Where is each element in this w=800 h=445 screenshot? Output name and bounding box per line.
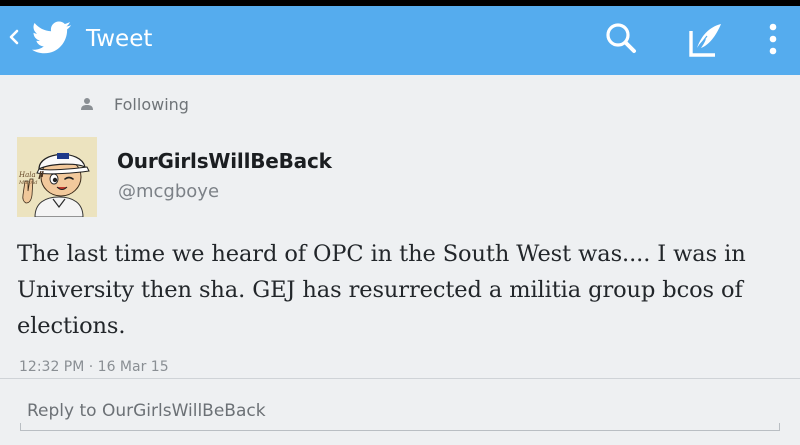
divider: [0, 378, 800, 379]
avatar-text-bottom: Madrid: [18, 180, 38, 186]
compose-quill-icon[interactable]: [687, 21, 725, 59]
chevron-left-icon[interactable]: [7, 25, 21, 49]
user-handle[interactable]: @mcgboye: [118, 181, 219, 202]
action-bar: Tweet: [0, 6, 800, 75]
screen-title: Tweet: [86, 26, 153, 52]
reply-input[interactable]: Reply to OurGirlsWillBeBack: [20, 395, 780, 431]
social-context: Following: [80, 93, 189, 115]
avatar[interactable]: Hala Madrid: [17, 137, 97, 217]
more-vertical-icon[interactable]: [764, 20, 782, 60]
avatar-illustration: Hala Madrid: [17, 137, 97, 217]
avatar-text-top: Hala: [18, 171, 36, 179]
display-name[interactable]: OurGirlsWillBeBack: [117, 149, 332, 173]
twitter-bird-icon[interactable]: [32, 21, 72, 55]
reply-placeholder: Reply to OurGirlsWillBeBack: [27, 401, 266, 421]
person-icon: [81, 98, 93, 110]
search-icon[interactable]: [603, 20, 641, 58]
tweet-text: The last time we heard of OPC in the Sou…: [17, 241, 746, 339]
following-label: Following: [114, 94, 189, 114]
tweet-timestamp: 12:32 PM · 16 Mar 15: [19, 359, 169, 375]
